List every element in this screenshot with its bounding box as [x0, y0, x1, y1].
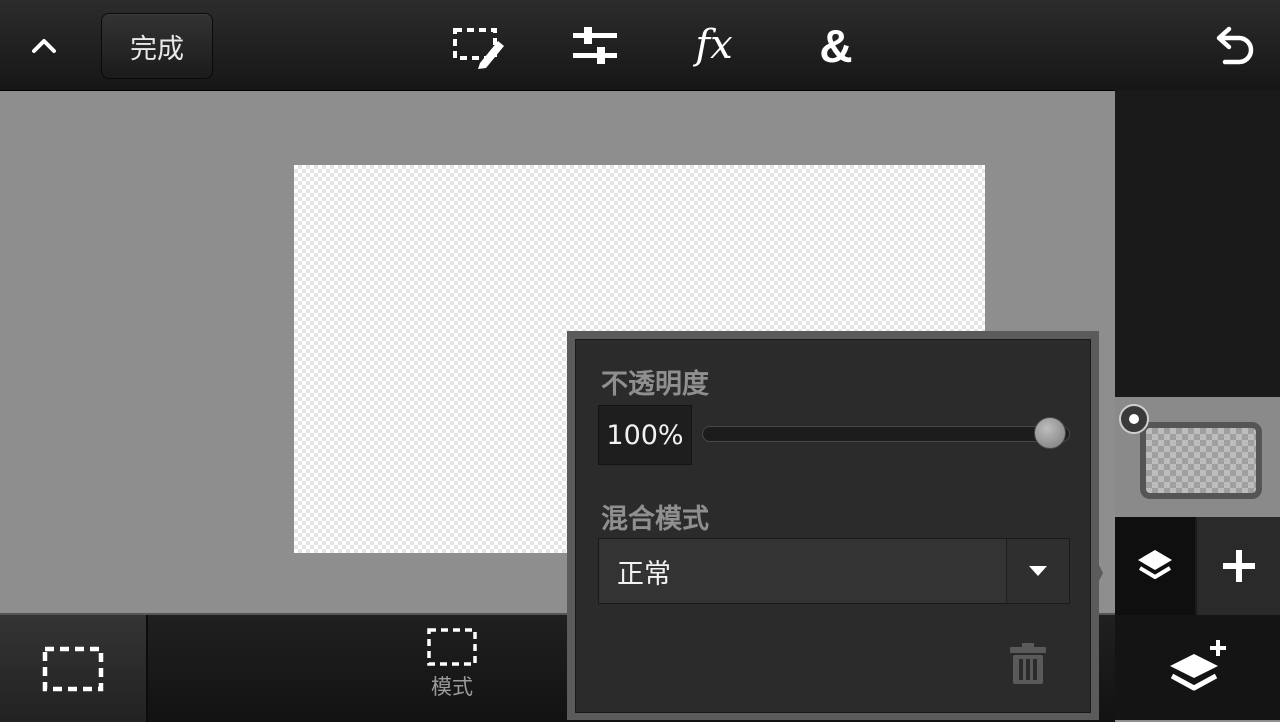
done-button[interactable]: 完成: [101, 13, 213, 79]
top-toolbar: 完成 fx &: [0, 0, 1280, 91]
undo-icon[interactable]: [1208, 22, 1260, 70]
blend-mode-value: 正常: [617, 558, 671, 590]
plus-icon[interactable]: [1197, 517, 1280, 615]
dashed-rect-icon: [427, 628, 477, 666]
chevron-up-icon[interactable]: [24, 25, 64, 65]
blend-mode-label: 混合模式: [601, 504, 709, 535]
trash-icon[interactable]: [1004, 640, 1052, 688]
layer-settings-popover: 不透明度 100% 混合模式 正常: [575, 339, 1091, 713]
opacity-slider-track[interactable]: [702, 426, 1070, 442]
layer-thumbnail[interactable]: [1140, 422, 1262, 499]
ampersand-icon[interactable]: &: [806, 18, 866, 74]
dashed-rect-icon: [42, 646, 104, 691]
layers-panel: [1115, 90, 1280, 720]
selection-tool-button[interactable]: [0, 615, 148, 722]
mode-button[interactable]: 模式: [400, 627, 504, 717]
opacity-label: 不透明度: [601, 369, 709, 400]
blend-mode-select[interactable]: 正常: [598, 538, 1070, 604]
opacity-slider-thumb[interactable]: [1034, 417, 1066, 449]
radio-selected-icon[interactable]: [1119, 404, 1149, 434]
layers-icon[interactable]: [1115, 517, 1195, 615]
mode-label: 模式: [431, 675, 473, 699]
layer-row[interactable]: [1115, 397, 1280, 517]
popover-arrow: [1091, 549, 1103, 597]
fx-icon[interactable]: fx: [684, 18, 744, 72]
layers-add-icon[interactable]: [1115, 615, 1280, 720]
dashed-rect-pencil-icon[interactable]: [450, 23, 506, 71]
opacity-value-field[interactable]: 100%: [598, 405, 692, 465]
caret-down-icon[interactable]: [1006, 539, 1069, 603]
sliders-icon[interactable]: [570, 24, 620, 68]
